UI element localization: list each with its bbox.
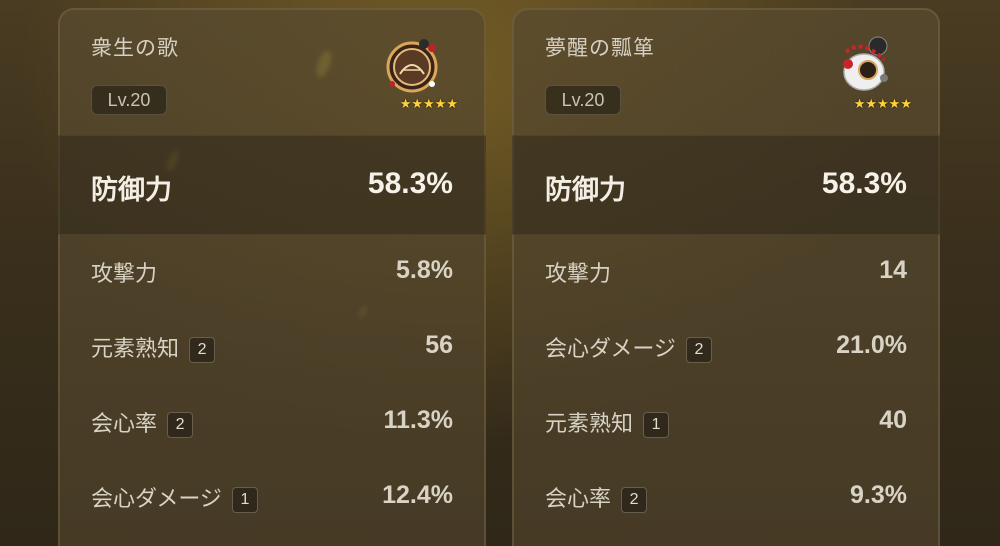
- sub-stat-row: 元素熟知 1 40: [512, 385, 940, 460]
- roll-count-badge: 2: [167, 412, 194, 438]
- main-stat-name: 防御力: [91, 175, 172, 205]
- sub-stat-row: 攻撃力 5.8%: [58, 235, 486, 310]
- main-stat-name: 防御力: [545, 175, 626, 205]
- sub-stat-name: 元素熟知 1: [545, 406, 670, 438]
- artifact-title: 衆生の歌: [91, 37, 179, 60]
- main-stat-row: 防御力 58.3%: [58, 135, 486, 235]
- sub-stat-value: 12.4%: [382, 481, 453, 509]
- artifact-header: 夢醒の瓢箪 Lv.20 ★★★★★: [512, 8, 940, 135]
- sub-stat-value: 40: [879, 406, 907, 434]
- sub-stat-row: 元素熟知 2 56: [58, 310, 486, 385]
- main-stat-row: 防御力 58.3%: [512, 135, 940, 235]
- artifact-header: 衆生の歌 Lv.20 ★★★★★: [58, 8, 486, 135]
- sub-stat-name: 攻撃力: [545, 261, 612, 286]
- sub-stat-name: 元素熟知 2: [91, 331, 216, 363]
- roll-count-badge: 2: [685, 337, 712, 363]
- pocket-watch-icon: [386, 39, 438, 93]
- sub-stat-name: 会心率 2: [545, 481, 648, 513]
- roll-count-badge: 1: [643, 412, 670, 438]
- rarity-stars: ★★★★★: [853, 96, 912, 111]
- roll-count-badge: 2: [621, 487, 648, 513]
- artifact-card[interactable]: 夢醒の瓢箪 Lv.20 ★★★★★ 防御力 58.3% 攻撃力 14 会心ダメー…: [512, 8, 940, 546]
- level-badge: Lv.20: [545, 85, 621, 115]
- sub-stat-name: 攻撃力: [91, 261, 158, 286]
- sub-stat-row: 会心率 2 9.3%: [512, 460, 940, 535]
- artifact-title: 夢醒の瓢箪: [545, 37, 655, 60]
- sub-stat-row: 会心ダメージ 2 21.0%: [512, 310, 940, 385]
- gourd-icon: [843, 36, 888, 91]
- sub-stat-row: 会心率 2 11.3%: [58, 385, 486, 460]
- roll-count-badge: 2: [189, 337, 216, 363]
- roll-count-badge: 1: [231, 487, 258, 513]
- sub-stat-value: 21.0%: [836, 331, 907, 359]
- sub-stat-value: 56: [425, 331, 453, 359]
- level-badge: Lv.20: [91, 85, 167, 115]
- main-stat-value: 58.3%: [367, 167, 453, 200]
- artifact-card[interactable]: 衆生の歌 Lv.20 ★★★★★ 防御力 58.3% 攻撃力 5.8% 元素熟知…: [58, 8, 486, 546]
- sub-stat-value: 11.3%: [383, 406, 453, 434]
- sub-stat-row: 会心ダメージ 1 12.4%: [58, 460, 486, 535]
- sub-stat-name: 会心ダメージ 2: [545, 331, 712, 363]
- rarity-stars: ★★★★★: [399, 96, 458, 111]
- sub-stat-name: 会心ダメージ 1: [91, 481, 258, 513]
- main-stat-value: 58.3%: [821, 167, 907, 200]
- sub-stat-value: 14: [879, 256, 907, 284]
- sub-stat-value: 5.8%: [396, 256, 453, 284]
- sub-stat-value: 9.3%: [850, 481, 907, 509]
- sub-stat-row: 攻撃力 14: [512, 235, 940, 310]
- sub-stat-name: 会心率 2: [91, 406, 194, 438]
